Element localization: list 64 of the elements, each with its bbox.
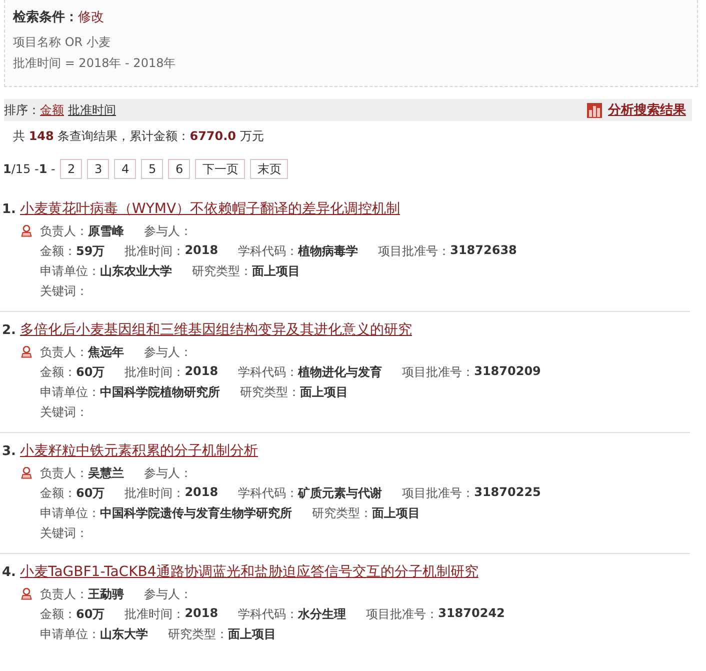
result-number: 1. bbox=[1, 202, 16, 216]
field-text: 批准时间：2018 bbox=[124, 242, 218, 260]
field-text: 批准时间：2018 bbox=[124, 364, 218, 380]
field-text: 项目批准号：31870209 bbox=[402, 364, 541, 380]
field-text: 研究类型：面上项目 bbox=[312, 504, 420, 522]
person-icon bbox=[21, 467, 32, 479]
result-title-link[interactable]: 小麦黄花叶病毒（WYMV）不依赖帽子翻译的差异化调控机制 bbox=[20, 200, 400, 218]
field-text: 参与人： bbox=[144, 344, 192, 360]
result-number: 2. bbox=[1, 322, 16, 338]
sort-label: 排序： bbox=[4, 102, 40, 118]
result-title-link[interactable]: 多倍化后小麦基因组和三维基因组结构变异及其进化意义的研究 bbox=[20, 321, 412, 339]
field-text: 项目批准号：31872638 bbox=[378, 242, 517, 260]
page-button[interactable]: 3 bbox=[87, 159, 110, 179]
field-text: 关键词： bbox=[40, 404, 88, 420]
field-text: 负责人：王勐骋 bbox=[40, 586, 124, 602]
field-text: 学科代码：植物病毒学 bbox=[238, 242, 358, 260]
field-text: 申请单位：山东大学 bbox=[40, 626, 148, 642]
result-summary: 共 148 条查询结果，累计金额：6770.0 万元 bbox=[13, 128, 265, 144]
result-number: 3. bbox=[1, 444, 16, 458]
sort-option[interactable]: 批准时间 bbox=[68, 102, 116, 118]
result-title-link[interactable]: 小麦籽粒中铁元素积累的分子机制分析 bbox=[20, 442, 258, 460]
field-text: 金额：60万 bbox=[40, 606, 105, 622]
field-text: 批准时间：2018 bbox=[124, 606, 218, 622]
criteria-text: 项目名称 OR 小麦 bbox=[13, 34, 112, 51]
page-button[interactable]: 2 bbox=[60, 159, 82, 179]
field-text: 负责人：原雪峰 bbox=[40, 222, 124, 240]
field-text: 项目批准号：31870242 bbox=[366, 606, 505, 622]
sort-option[interactable]: 金额 bbox=[40, 102, 64, 118]
field-text: 项目批准号：31870225 bbox=[402, 484, 541, 502]
page-button[interactable]: 4 bbox=[114, 159, 136, 179]
field-text: 参与人： bbox=[144, 222, 192, 240]
result-title-link[interactable]: 小麦TaGBF1-TaCKB4通路协调蓝光和盐胁迫应答信号交互的分子机制研究 bbox=[20, 563, 478, 581]
page-button[interactable]: 5 bbox=[141, 159, 164, 179]
page-status: 1/15 -1 - bbox=[3, 162, 56, 176]
result-number: 4. bbox=[1, 564, 16, 580]
criteria-label: 检索条件： bbox=[13, 8, 78, 26]
person-icon bbox=[21, 588, 32, 600]
person-icon bbox=[21, 225, 32, 237]
field-text: 参与人： bbox=[144, 586, 192, 602]
field-text: 学科代码：矿质元素与代谢 bbox=[238, 484, 382, 502]
field-text: 负责人：吴慧兰 bbox=[40, 464, 124, 482]
field-text: 金额：60万 bbox=[40, 484, 105, 502]
page-button[interactable]: 6 bbox=[168, 159, 190, 179]
field-text: 申请单位：中国科学院植物研究所 bbox=[40, 384, 220, 400]
field-text: 研究类型：面上项目 bbox=[192, 262, 300, 280]
field-text: 批准时间：2018 bbox=[124, 484, 218, 502]
criteria-text: 批准时间 = 2018年 - 2018年 bbox=[13, 55, 177, 72]
field-text: 金额：60万 bbox=[40, 364, 105, 380]
field-text: 研究类型：面上项目 bbox=[168, 626, 276, 642]
field-text: 金额：59万 bbox=[40, 242, 105, 260]
field-text: 申请单位：山东农业大学 bbox=[40, 262, 172, 280]
field-text: 关键词： bbox=[40, 282, 88, 300]
person-icon bbox=[21, 346, 32, 358]
bar-chart-icon bbox=[587, 102, 602, 118]
field-text: 关键词： bbox=[40, 524, 88, 542]
field-text: 研究类型：面上项目 bbox=[240, 384, 348, 400]
field-text: 学科代码：植物进化与发育 bbox=[238, 364, 382, 380]
field-text: 负责人：焦远年 bbox=[40, 344, 124, 360]
field-text: 申请单位：中国科学院遗传与发育生物学研究所 bbox=[40, 504, 292, 522]
page-button[interactable]: 下一页 bbox=[195, 159, 246, 179]
edit-link[interactable]: 修改 bbox=[78, 8, 104, 26]
field-text: 参与人： bbox=[144, 464, 192, 482]
page-button[interactable]: 末页 bbox=[250, 159, 288, 179]
field-text: 学科代码：水分生理 bbox=[238, 606, 346, 622]
